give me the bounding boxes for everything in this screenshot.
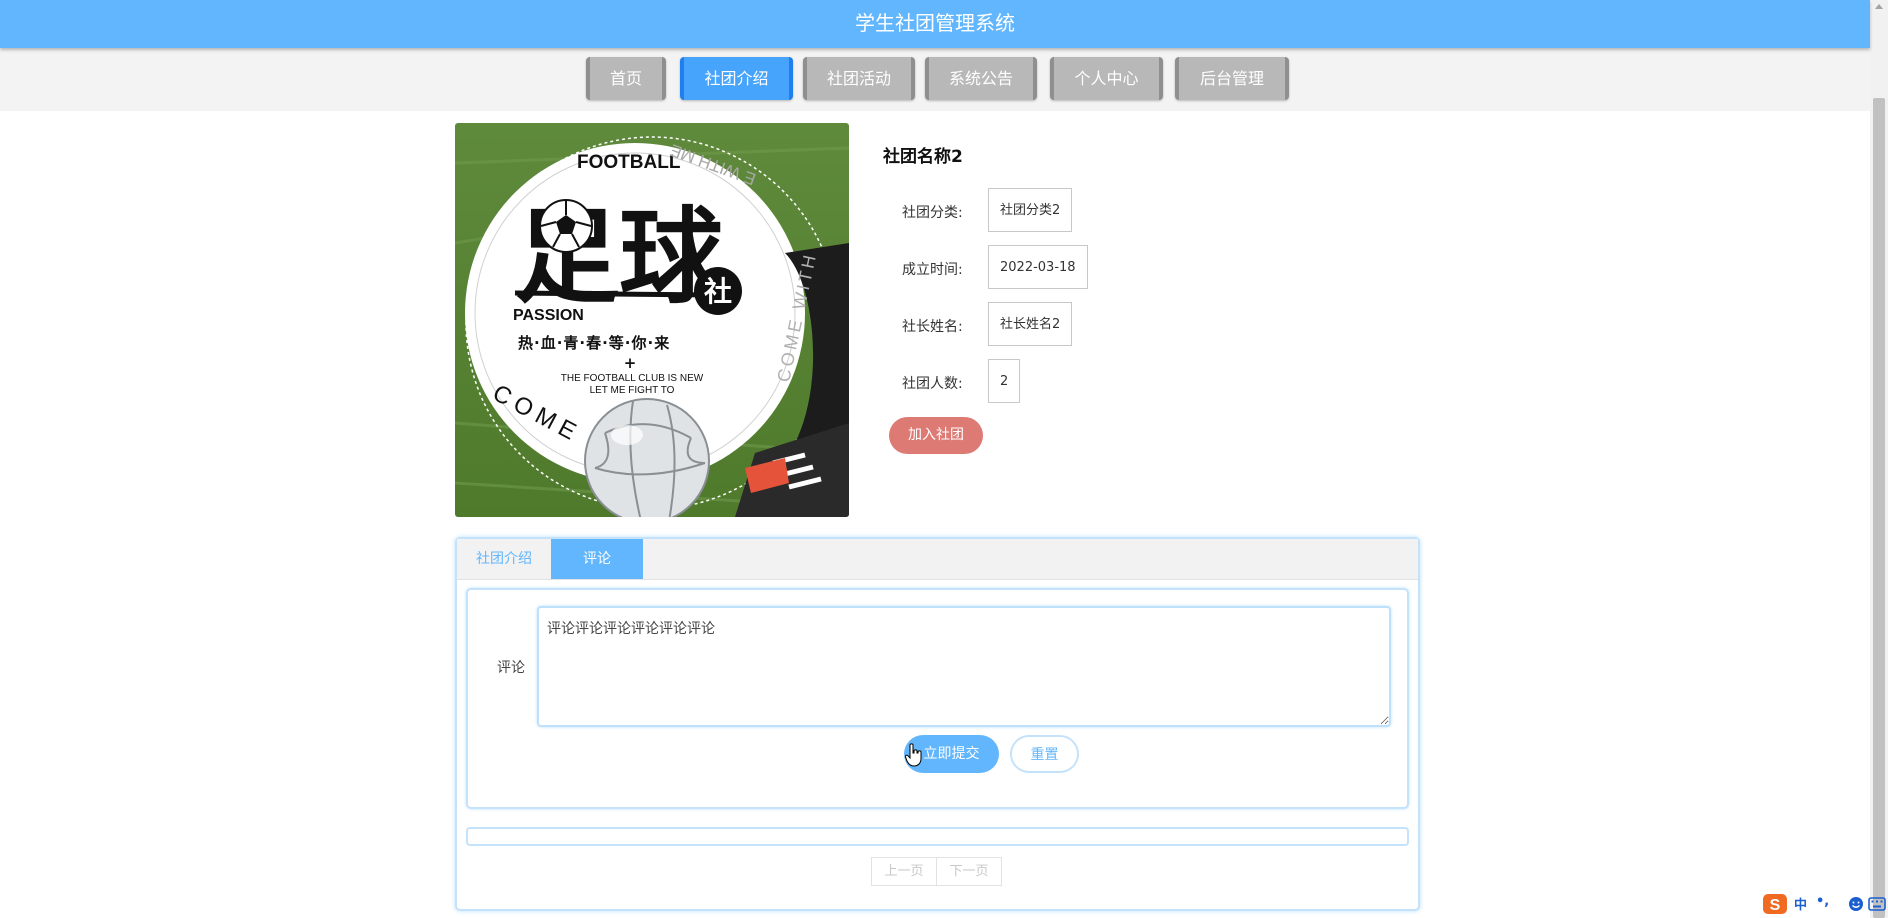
- field-label-founded: 成立时间:: [902, 262, 963, 278]
- nav-personal-center[interactable]: 个人中心: [1050, 57, 1163, 100]
- ime-logo-text: S: [1770, 897, 1781, 914]
- nav-club-activities[interactable]: 社团活动: [803, 57, 915, 100]
- hand-cursor-icon: [905, 743, 922, 767]
- emoji-icon[interactable]: [1848, 896, 1864, 912]
- scroll-up-arrow-icon[interactable]: [1875, 4, 1883, 9]
- field-value-members: 2: [988, 359, 1021, 403]
- poster-plus: +: [624, 354, 637, 372]
- reset-button[interactable]: 重置: [1010, 735, 1079, 773]
- poster-badge: 社: [704, 275, 732, 308]
- nav-announcements[interactable]: 系统公告: [925, 57, 1037, 100]
- join-club-button[interactable]: 加入社团: [889, 417, 983, 454]
- keyboard-icon[interactable]: [1868, 896, 1886, 912]
- field-label-president: 社长姓名:: [902, 319, 963, 335]
- poster-slogan: 热·血·青·春·等·你·来: [518, 334, 670, 352]
- field-value-president: 社长姓名2: [988, 302, 1073, 346]
- poster-football-text: FOOTBALL: [577, 152, 681, 173]
- poster-passion: PASSION: [513, 307, 584, 324]
- sogou-logo-icon: S: [1763, 894, 1787, 914]
- ime-lang-indicator[interactable]: 中: [1794, 894, 1807, 913]
- ime-punctuation-indicator[interactable]: •,: [1816, 894, 1829, 909]
- tab-bar: 社团介绍 评论: [457, 539, 1418, 580]
- field-label-members: 社团人数:: [902, 376, 963, 392]
- nav-club-intro[interactable]: 社团介绍: [680, 57, 793, 100]
- prev-page-button[interactable]: 上一页: [871, 857, 937, 886]
- scroll-thumb[interactable]: [1873, 98, 1885, 918]
- app-title: 学生社团管理系统: [855, 11, 1015, 35]
- tab-comments[interactable]: 评论: [551, 539, 643, 579]
- poster-line1: THE FOOTBALL CLUB IS NEW: [561, 373, 704, 384]
- top-nav: 首页 社团介绍 社团活动 系统公告 个人中心 后台管理: [0, 48, 1870, 111]
- tab-club-intro[interactable]: 社团介绍: [457, 539, 551, 579]
- poster-line2: LET ME FIGHT TO: [590, 385, 675, 396]
- field-value-founded: 2022-03-18: [988, 245, 1088, 289]
- comment-textarea[interactable]: 评论评论评论评论评论评论: [537, 606, 1391, 727]
- nav-admin[interactable]: 后台管理: [1175, 57, 1289, 100]
- app-header: 学生社团管理系统: [0, 0, 1870, 48]
- comment-label: 评论: [497, 660, 525, 676]
- next-page-button[interactable]: 下一页: [936, 857, 1002, 886]
- page-scrollbar[interactable]: [1870, 0, 1888, 918]
- club-name: 社团名称2: [883, 147, 963, 167]
- nav-home[interactable]: 首页: [586, 57, 666, 100]
- club-poster-image: FOOTBALL 足球 社 PASSION 热·血·青·春·等·你·来 + TH…: [455, 123, 849, 517]
- field-label-category: 社团分类:: [902, 205, 963, 221]
- comment-list: [466, 827, 1409, 846]
- field-value-category: 社团分类2: [988, 188, 1073, 232]
